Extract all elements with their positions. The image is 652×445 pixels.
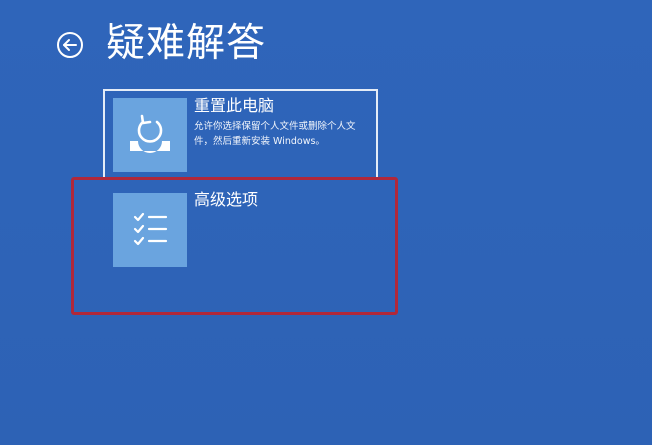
- back-button[interactable]: [56, 31, 84, 59]
- advanced-options-icon-box: [113, 193, 187, 267]
- reset-pc-description: 允许你选择保留个人文件或删除个人文件，然后重新安装 Windows。: [194, 121, 356, 147]
- reset-pc-option[interactable]: 重置此电脑 允许你选择保留个人文件或删除个人文件，然后重新安装 Windows。: [103, 89, 378, 179]
- advanced-options-title: 高级选项: [194, 190, 259, 209]
- troubleshoot-screen: 疑难解答 重置此电脑 允许你选择保留个人文件或删除个人文件，然后重新安装 Win…: [0, 0, 652, 445]
- back-arrow-icon: [57, 32, 83, 58]
- reset-pc-icon-box: [113, 98, 187, 172]
- checklist-icon: [133, 212, 168, 246]
- page-title: 疑难解答: [106, 21, 267, 66]
- reset-pc-icon: [130, 114, 170, 153]
- advanced-options-option[interactable]: 高级选项: [103, 185, 378, 275]
- reset-pc-title: 重置此电脑: [194, 96, 275, 115]
